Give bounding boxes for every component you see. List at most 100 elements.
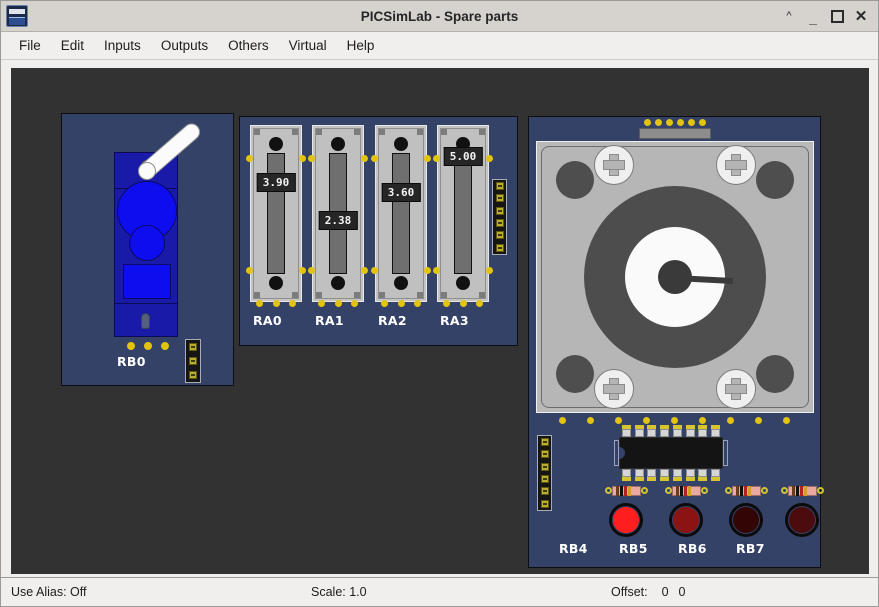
pot-bottom-dot [269, 276, 283, 290]
resistor [665, 485, 708, 496]
led-label-rb5: RB5 [619, 541, 648, 556]
connector-pin[interactable] [189, 371, 197, 379]
screw-icon [716, 145, 756, 185]
pot-ra2[interactable]: 3.60 [371, 125, 431, 307]
led-rb7-core [789, 507, 815, 533]
pot-value-ra1: 2.38 [318, 211, 358, 230]
resistor [605, 485, 648, 496]
potentiometer-panel[interactable]: 3.90 RA0 2.38 RA1 3.60 RA2 5.00 RA3 [239, 116, 518, 346]
menu-bar: File Edit Inputs Outputs Others Virtual … [1, 32, 878, 60]
connector-pin[interactable] [495, 182, 504, 191]
screw-icon [594, 145, 634, 185]
stepper-motor[interactable] [536, 141, 814, 413]
board-canvas[interactable]: RB0 3.90 RA0 2.38 RA1 3.60 RA2 5.00 RA3 … [11, 68, 869, 574]
resistor [725, 485, 768, 496]
minimize-icon[interactable]: _ [802, 3, 824, 30]
driver-ic[interactable] [614, 425, 728, 481]
ic-top-pins [622, 429, 720, 437]
pad-dot [161, 342, 169, 350]
pot-track[interactable] [454, 153, 472, 274]
pot-value-ra2: 3.60 [381, 183, 421, 202]
stepper-panel[interactable]: RB4 RB5 RB6 RB7 [528, 116, 824, 568]
menu-file[interactable]: File [9, 35, 51, 56]
pot-label-ra3: RA3 [440, 313, 469, 328]
led-rb6[interactable] [729, 503, 763, 537]
window-controls: ^ _ ✕ [778, 3, 878, 30]
led-connector[interactable] [537, 435, 552, 511]
pot-bottom-dot [456, 276, 470, 290]
connector-pin[interactable] [189, 357, 197, 365]
connector-pin[interactable] [495, 243, 504, 252]
stepper-header-dots [639, 119, 711, 126]
menu-edit[interactable]: Edit [51, 35, 94, 56]
canvas-area: RB0 3.90 RA0 2.38 RA1 3.60 RA2 5.00 RA3 … [1, 60, 878, 577]
stepper-bottom-pads [559, 417, 790, 424]
stepper-motor-body [541, 145, 809, 409]
led-label-rb4: RB4 [559, 541, 588, 556]
servo-hub [138, 162, 156, 180]
servo-window [123, 264, 171, 299]
close-icon[interactable]: ✕ [850, 5, 872, 27]
connector-pin[interactable] [495, 231, 504, 240]
status-bar: Use Alias: Off Scale: 1.0 Offset: 00 [1, 577, 878, 606]
servo-connector[interactable] [185, 339, 201, 383]
pad-dot [127, 342, 135, 350]
connector-pin[interactable] [540, 487, 549, 496]
menu-others[interactable]: Others [218, 35, 279, 56]
led-rb7[interactable] [785, 503, 819, 537]
ic-top-pads [622, 425, 720, 429]
app-icon [6, 5, 28, 27]
connector-pin[interactable] [495, 206, 504, 215]
connector-pin[interactable] [189, 343, 197, 351]
connector-pin[interactable] [495, 219, 504, 228]
pot-value-ra0: 3.90 [256, 173, 296, 192]
servo-pads [127, 342, 169, 350]
ic-notch [619, 447, 625, 459]
menu-help[interactable]: Help [337, 35, 385, 56]
pot-track[interactable] [267, 153, 285, 274]
status-use-alias: Use Alias: Off [11, 585, 87, 599]
screw-icon [716, 369, 756, 409]
led-rb5-core [673, 507, 699, 533]
window-title: PICSimLab - Spare parts [360, 8, 519, 24]
servo-lower-disc [129, 225, 165, 261]
connector-pin[interactable] [540, 450, 549, 459]
pot-value-ra3: 5.00 [443, 147, 483, 166]
menu-inputs[interactable]: Inputs [94, 35, 151, 56]
pot-connector[interactable] [492, 179, 507, 255]
led-rb4-core [613, 507, 639, 533]
led-rb4[interactable] [609, 503, 643, 537]
maximize-icon[interactable] [826, 5, 848, 27]
motor-corner-pad [756, 161, 794, 199]
connector-pin[interactable] [540, 475, 549, 484]
pot-ra3[interactable]: 5.00 [433, 125, 493, 307]
motor-corner-pad [756, 355, 794, 393]
pot-ra1[interactable]: 2.38 [308, 125, 368, 307]
servo-mount-hole-bottom [141, 313, 150, 329]
pot-bottom-dot [331, 276, 345, 290]
pot-track[interactable] [392, 153, 410, 274]
servo-motor[interactable] [114, 120, 204, 337]
ic-bottom-pins [622, 469, 720, 477]
menu-outputs[interactable]: Outputs [151, 35, 218, 56]
pot-ra0[interactable]: 3.90 [246, 125, 306, 307]
resistor [781, 485, 824, 496]
connector-pin[interactable] [540, 462, 549, 471]
connector-pin[interactable] [540, 438, 549, 447]
title-bar: PICSimLab - Spare parts ^ _ ✕ [1, 1, 878, 32]
led-rb5[interactable] [669, 503, 703, 537]
motor-corner-pad [556, 161, 594, 199]
connector-pin[interactable] [495, 194, 504, 203]
motor-corner-pad [556, 355, 594, 393]
pot-top-dot [269, 137, 283, 151]
menu-virtual[interactable]: Virtual [279, 35, 337, 56]
led-label-rb6: RB6 [678, 541, 707, 556]
connector-pin[interactable] [540, 499, 549, 508]
status-offset-label: Offset: [611, 585, 648, 599]
shade-icon[interactable]: ^ [778, 5, 800, 27]
pot-inner [378, 128, 424, 299]
pot-bottom-dot [394, 276, 408, 290]
pot-top-dot [394, 137, 408, 151]
servo-panel[interactable]: RB0 [61, 113, 234, 386]
pot-top-dot [331, 137, 345, 151]
